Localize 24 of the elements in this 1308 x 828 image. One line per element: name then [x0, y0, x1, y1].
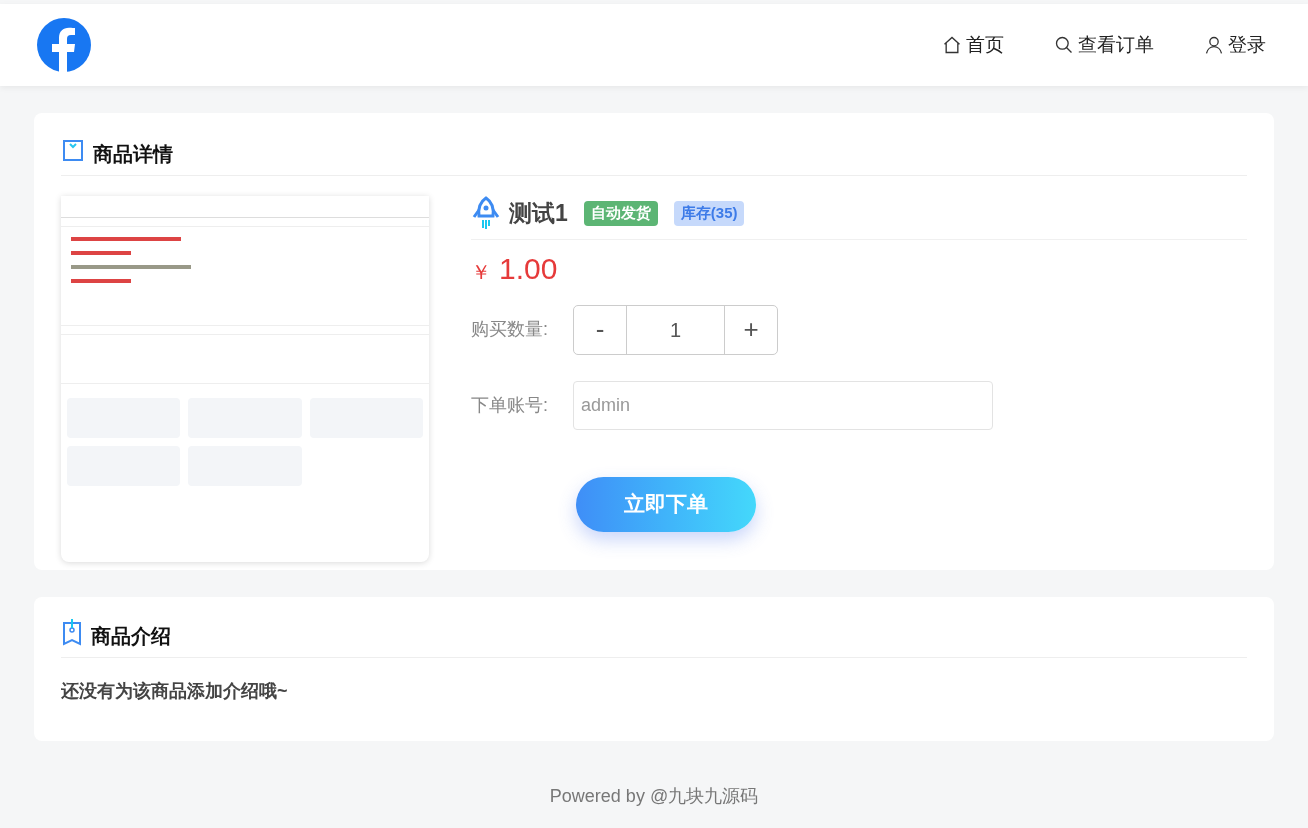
section-title: 商品介绍 — [91, 624, 171, 649]
product-tag: 自动发货 — [583, 201, 658, 226]
quantity-field[interactable]: 1 — [627, 305, 724, 354]
product-price: ￥ 1.00 — [471, 250, 559, 287]
nav-link[interactable]: 查看订单 — [1054, 30, 1154, 60]
quantity-stepper[interactable]: - 1 + — [573, 304, 778, 355]
intro-text: 还没有为该商品添加介绍哦~ — [61, 680, 289, 703]
logo-icon — [36, 17, 92, 73]
footer-text: Powered by @九块九源码 — [549, 785, 759, 808]
product-name: 测试1 — [509, 199, 568, 228]
field-label: 购买数量: — [471, 318, 549, 341]
field-label: 下单账号: — [471, 393, 549, 417]
user-icon — [1204, 35, 1224, 55]
home-icon — [942, 35, 962, 55]
search-icon — [1054, 35, 1074, 55]
rocket-icon — [471, 196, 501, 231]
nav-link[interactable]: 首页 — [942, 30, 1004, 60]
tag-icon — [61, 619, 83, 647]
bag-icon — [61, 139, 85, 163]
increase-button[interactable]: + — [724, 305, 777, 354]
product-tag: 库存(35) — [673, 201, 745, 226]
decrease-button[interactable]: - — [574, 305, 627, 354]
nav-link[interactable]: 登录 — [1204, 30, 1266, 60]
section-title: 商品详情 — [93, 142, 173, 167]
